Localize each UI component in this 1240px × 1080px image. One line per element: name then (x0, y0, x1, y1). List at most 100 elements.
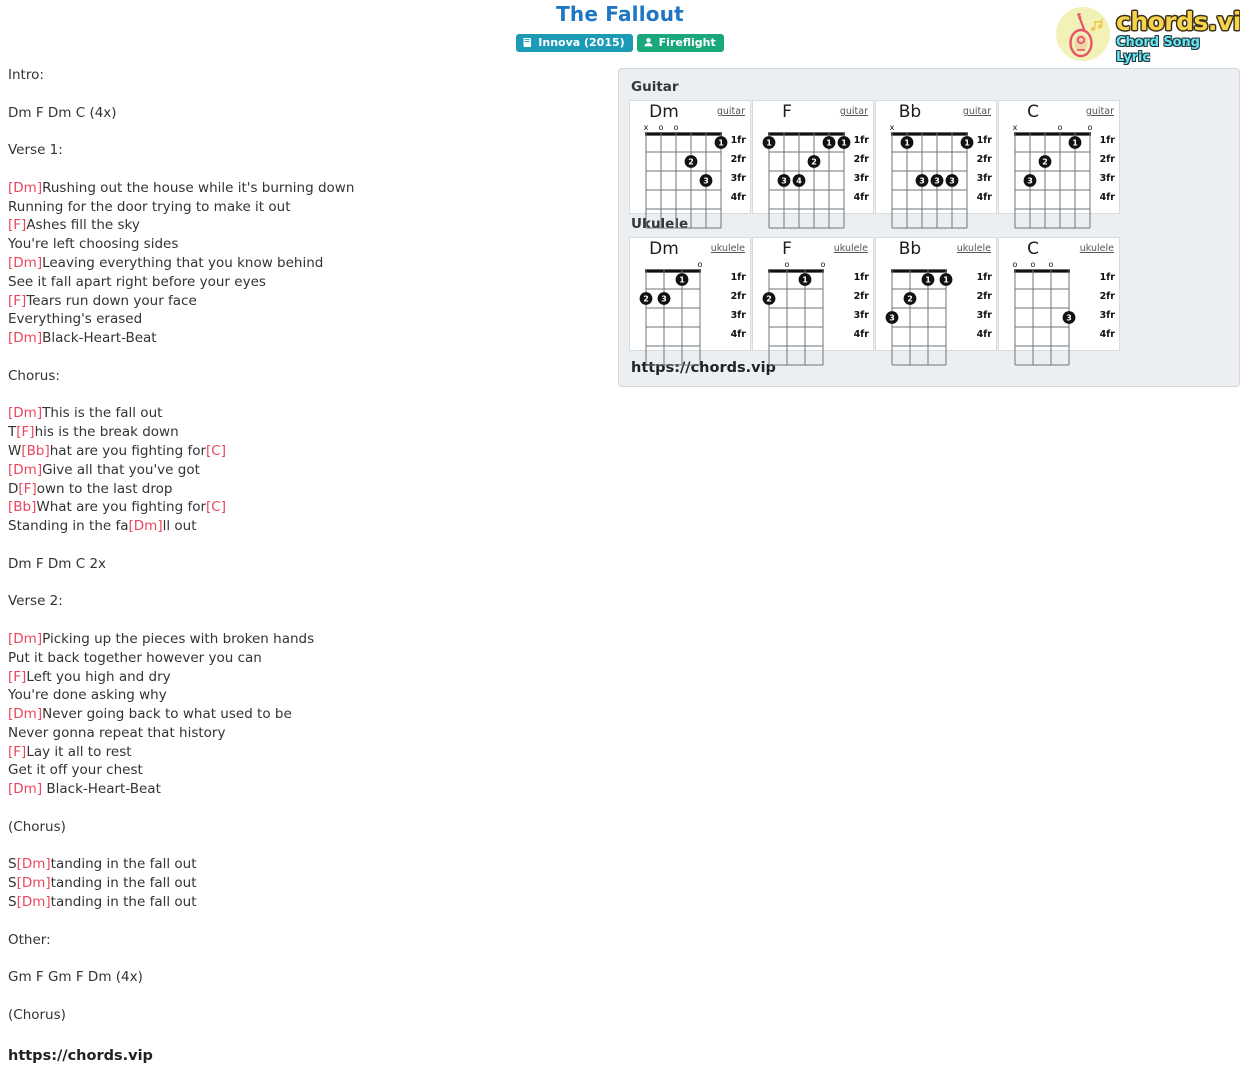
chord-card-ukulele-Bb[interactable]: Bb ukulele 1 1 2 3 1fr 2fr 3fr 4fr (875, 237, 997, 366)
svg-text:2: 2 (643, 294, 649, 303)
lyric-text: Running for the door trying to make it o… (8, 198, 291, 215)
artist-icon (643, 37, 654, 48)
fret-label: 1fr (976, 135, 992, 146)
chord-label[interactable]: [Dm] (8, 255, 42, 271)
lyric-text: D (8, 480, 19, 497)
chord-card-ukulele-F[interactable]: Fukulele o o 1 2 1fr 2fr 3fr 4fr (752, 237, 874, 366)
instrument-link[interactable]: ukulele (711, 243, 745, 254)
fret-label: 3fr (730, 310, 746, 321)
lyric-text: Intro: (8, 67, 44, 83)
fret-labels: 1fr 2fr 3fr 4fr (845, 268, 869, 344)
chord-name: Dm (649, 102, 679, 122)
lyric-line: S[Dm]tanding in the fall out (8, 893, 608, 912)
chord-card-guitar-C[interactable]: Cguitar x o o 1 2 3 1fr 2fr 3fr 4fr (998, 100, 1120, 229)
fretboard-diagram: x11333 (884, 123, 975, 232)
lyric-text: Gm F Gm F Dm (4x) (8, 969, 143, 986)
svg-text:o: o (674, 123, 679, 132)
lyric-text: S (8, 894, 17, 911)
fret-label: 4fr (730, 329, 746, 340)
chord-label[interactable]: [F] (18, 481, 36, 497)
chord-card-guitar-Bb[interactable]: Bb guitar x 1 1 3 3 3 1fr 2fr 3fr 4fr (875, 100, 997, 229)
lyric-line: S[Dm]tanding in the fall out (8, 855, 608, 874)
instrument-link[interactable]: guitar (840, 106, 868, 117)
chord-card-guitar-Dm[interactable]: Dm guitar x o o 1 2 3 1fr 2fr 3fr 4fr (629, 100, 751, 229)
lyric-line: Everything's erased (8, 310, 608, 329)
svg-text:2: 2 (766, 294, 772, 303)
lyric-text: Never gonna repeat that history (8, 724, 226, 741)
badge-album-label: Innova (2015) (538, 36, 625, 49)
chord-label[interactable]: [Dm] (8, 631, 42, 647)
instrument-link[interactable]: ukulele (957, 243, 991, 254)
lyric-line: [F]Left you high and dry (8, 668, 608, 687)
chord-label[interactable]: [Bb] (8, 499, 36, 515)
fret-label: 4fr (1099, 192, 1115, 203)
chord-label[interactable]: [Dm] (8, 405, 42, 421)
lyric-text: Verse 2: (8, 593, 63, 610)
chord-label[interactable]: [Dm] (8, 781, 42, 797)
svg-text:o: o (1049, 260, 1054, 269)
chord-name: Bb (898, 102, 922, 122)
chord-label[interactable]: [F] (8, 217, 26, 233)
fretboard-diagram: 111234 (761, 123, 852, 232)
badge-album[interactable]: Innova (2015) (516, 34, 633, 52)
chord-label[interactable]: [Dm] (8, 180, 42, 196)
section-heading-guitar: Guitar (631, 79, 679, 95)
chord-label[interactable]: [Dm] (17, 894, 51, 910)
fret-label: 3fr (853, 310, 869, 321)
instrument-link[interactable]: ukulele (1080, 243, 1114, 254)
lyric-line: Gm F Gm F Dm (4x) (8, 968, 608, 987)
lyric-spacer (8, 574, 608, 593)
chord-label[interactable]: [Bb] (21, 443, 49, 459)
chord-card-ukulele-Dm[interactable]: Dm ukulele o 1 2 3 1fr 2fr 3fr 4fr (629, 237, 751, 366)
svg-text:o: o (785, 260, 790, 269)
fret-label: 2fr (976, 154, 992, 165)
lyric-line: (Chorus) (8, 818, 608, 837)
lyric-line: Other: (8, 931, 608, 950)
fret-labels: 1fr 2fr 3fr 4fr (1091, 131, 1115, 207)
instrument-link[interactable]: guitar (1086, 106, 1114, 117)
chord-label[interactable]: [F] (8, 669, 26, 685)
svg-text:1: 1 (1072, 138, 1078, 147)
site-logo[interactable]: chords.vip Chord Song Lyric (1052, 4, 1240, 64)
chord-label[interactable]: [C] (206, 443, 226, 459)
instrument-link[interactable]: guitar (717, 106, 745, 117)
lyrics-body: Intro: Dm F Dm C (4x) Verse 1: [Dm]Rushing … (8, 66, 608, 1066)
badge-artist[interactable]: Fireflight (636, 34, 724, 52)
lyric-line: [Dm]Leaving everything that you know beh… (8, 254, 608, 273)
chord-name: Dm (649, 239, 679, 259)
svg-text:o: o (659, 123, 664, 132)
lyric-line: See it fall apart right before your eyes (8, 273, 608, 292)
instrument-link[interactable]: ukulele (834, 243, 868, 254)
chord-label[interactable]: [Dm] (8, 330, 42, 346)
chord-label[interactable]: [Dm] (8, 706, 42, 722)
chord-label[interactable]: [Dm] (17, 875, 51, 891)
lyric-text: W (8, 442, 22, 459)
lyric-line: Dm F Dm C (4x) (8, 104, 608, 123)
svg-text:o: o (1058, 123, 1063, 132)
fret-labels: 1fr 2fr 3fr 4fr (722, 268, 746, 344)
fret-labels: 1fr 2fr 3fr 4fr (968, 131, 992, 207)
chord-label[interactable]: [Dm] (129, 518, 163, 534)
chord-label[interactable]: [C] (206, 499, 226, 515)
instrument-link[interactable]: guitar (963, 106, 991, 117)
lyric-text: Put it back together however you can (8, 649, 262, 666)
chord-card-guitar-F[interactable]: Fguitar 1 1 1 2 3 4 1fr 2fr 3fr 4fr (752, 100, 874, 229)
chord-label[interactable]: [Dm] (8, 462, 42, 478)
chord-card-ukulele-C[interactable]: Cukulele o o o 3 1fr 2fr 3fr 4fr (998, 237, 1120, 366)
lyric-text: tanding in the fall out (50, 875, 197, 892)
svg-text:3: 3 (781, 176, 787, 185)
lyric-text: tanding in the fall out (50, 894, 197, 911)
lyric-text: Rushing out the house while it's burning… (42, 179, 355, 196)
chord-label[interactable]: [F] (16, 424, 34, 440)
lyric-text: Get it off your chest (8, 762, 143, 779)
lyric-spacer (8, 987, 608, 1006)
site-url-footer[interactable]: https://chords.vip (8, 1047, 608, 1066)
fret-label: 2fr (730, 291, 746, 302)
lyric-text: Never going back to what used to be (42, 706, 292, 723)
lyric-spacer (8, 122, 608, 141)
chord-label[interactable]: [F] (8, 293, 26, 309)
chord-label[interactable]: [Dm] (17, 856, 51, 872)
lyric-text: (Chorus) (8, 1006, 66, 1023)
fret-labels: 1fr 2fr 3fr 4fr (968, 268, 992, 344)
chord-label[interactable]: [F] (8, 744, 26, 760)
